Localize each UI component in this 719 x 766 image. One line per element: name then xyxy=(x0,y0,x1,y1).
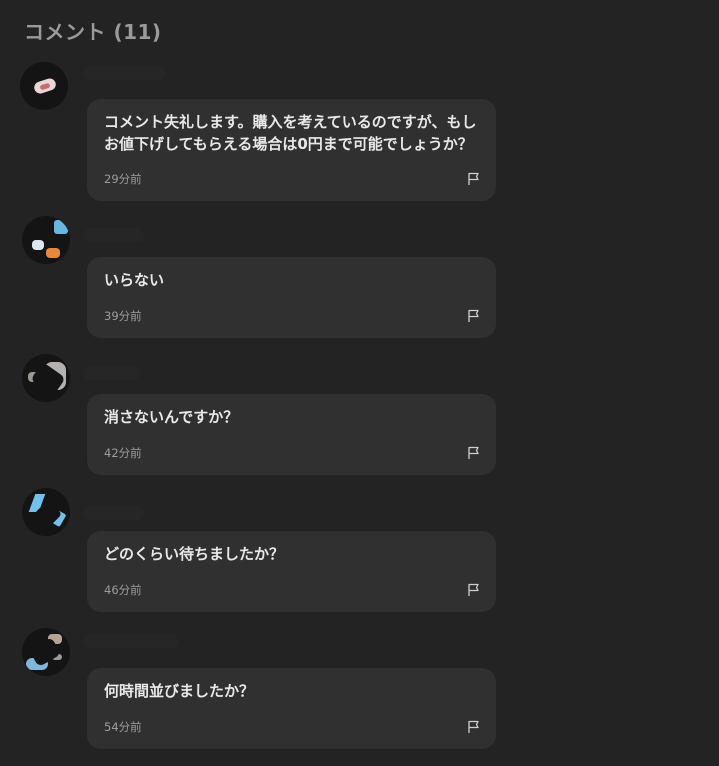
comment-text: どのくらい待ちましたか？ xyxy=(104,545,285,563)
avatar[interactable] xyxy=(22,354,70,402)
comment-bubble: コメント失礼します。購入を考えているのですが、もしお値下げしてもらえる場合は0円… xyxy=(87,99,496,201)
flag-icon[interactable] xyxy=(467,172,481,186)
avatar[interactable] xyxy=(20,62,68,110)
comment-time: 39分前 xyxy=(104,309,142,323)
comment-time: 54分前 xyxy=(104,720,142,734)
flag-icon[interactable] xyxy=(467,583,481,597)
comment-text: いらない xyxy=(104,271,165,289)
avatar[interactable] xyxy=(22,488,70,536)
username-redacted[interactable] xyxy=(84,634,178,648)
username-redacted[interactable] xyxy=(84,66,166,80)
comment-text: 何時間並びましたか？ xyxy=(104,682,255,700)
comments-panel: コメント (11) コメント失礼します。購入を考えているのですが、もしお値下げし… xyxy=(0,0,719,766)
username-redacted[interactable] xyxy=(84,506,144,520)
flag-icon[interactable] xyxy=(467,720,481,734)
comments-title: コメント (11) xyxy=(24,20,162,44)
comment-bubble: 消さないんですか？ 42分前 xyxy=(87,394,496,475)
comment-bubble: どのくらい待ちましたか？ 46分前 xyxy=(87,531,496,612)
comment-text: 消さないんですか？ xyxy=(104,408,239,426)
comment-bubble: 何時間並びましたか？ 54分前 xyxy=(87,668,496,749)
avatar[interactable] xyxy=(22,628,70,676)
comment-time: 46分前 xyxy=(104,583,142,597)
flag-icon[interactable] xyxy=(467,446,481,460)
avatar[interactable] xyxy=(22,216,70,264)
comment-text: コメント失礼します。購入を考えているのですが、もしお値下げしてもらえる場合は0円… xyxy=(104,113,477,153)
username-redacted[interactable] xyxy=(84,366,140,380)
comment-bubble: いらない 39分前 xyxy=(87,257,496,338)
comment-time: 29分前 xyxy=(104,172,142,186)
username-redacted[interactable] xyxy=(84,228,144,242)
flag-icon[interactable] xyxy=(467,309,481,323)
comment-time: 42分前 xyxy=(104,446,142,460)
